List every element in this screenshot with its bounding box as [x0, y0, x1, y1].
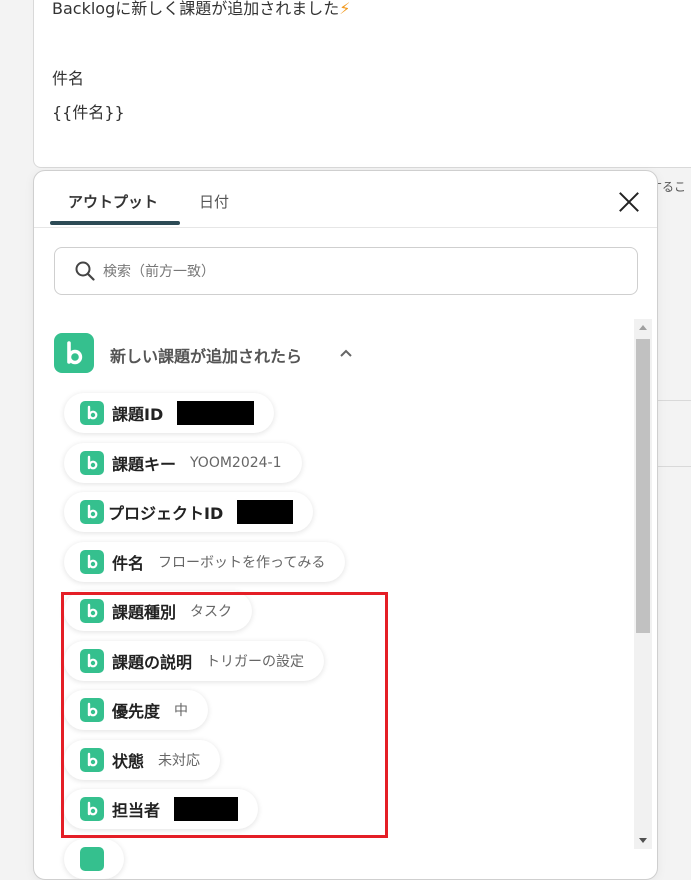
output-item-status[interactable]: 状態 未対応 [64, 740, 221, 780]
backlog-icon [80, 451, 104, 475]
backlog-icon [80, 550, 104, 574]
backlog-icon [80, 649, 104, 673]
search-box [54, 247, 638, 296]
section-header-new-issue[interactable]: 新しい課題が追加されたら [54, 333, 374, 373]
redacted-value [177, 401, 255, 425]
output-item-priority[interactable]: 優先度 中 [64, 690, 209, 730]
tab-date[interactable]: 日付 [199, 191, 229, 212]
backlog-icon [80, 698, 104, 722]
backlog-icon [80, 500, 104, 524]
output-item-project-id[interactable]: プロジェクトID [64, 492, 314, 532]
output-item-subject[interactable]: 件名 フローボットを作ってみる [64, 542, 346, 582]
output-item-issue-type[interactable]: 課題種別 タスク [64, 591, 253, 631]
backlog-icon [80, 748, 104, 772]
output-item-issue-id[interactable]: 課題ID [64, 393, 275, 433]
output-item-label: 課題キー [112, 455, 177, 474]
output-item-label: 状態 [112, 752, 145, 771]
search-icon [75, 261, 95, 281]
close-icon[interactable] [616, 189, 642, 215]
popup-tabs: アウトプット 日付 [34, 171, 657, 228]
scroll-down-arrow-icon[interactable] [634, 833, 652, 849]
backlog-icon [80, 401, 104, 425]
output-item-assignee[interactable]: 担当者 [64, 789, 259, 829]
output-item-next-partial[interactable] [64, 839, 124, 879]
output-item-label: 課題ID [112, 405, 164, 424]
output-item-value: タスク [190, 604, 233, 620]
message-editor[interactable]: Backlogに新しく課題が追加されました⚡ 件名 {{件名}} [33, 0, 691, 168]
output-item-value: YOOM2024-1 [190, 455, 282, 471]
output-item-label: プロジェクトID [108, 504, 224, 523]
output-item-issue-key[interactable]: 課題キー YOOM2024-1 [64, 443, 302, 483]
output-item-value: フローボットを作ってみる [158, 555, 326, 571]
background-divider [658, 466, 691, 467]
backlog-app-icon [54, 333, 94, 373]
output-item-label: 件名 [112, 554, 145, 573]
message-line-2: 件名 [52, 69, 85, 88]
output-item-label: 優先度 [112, 702, 161, 721]
output-item-description[interactable]: 課題の説明 トリガーの設定 [64, 641, 325, 681]
background-divider [658, 400, 691, 401]
backlog-icon [80, 797, 104, 821]
redacted-value [237, 500, 294, 524]
output-item-value: 未対応 [158, 753, 201, 769]
scroll-up-arrow-icon[interactable] [634, 319, 652, 335]
output-popup: アウトプット 日付 新しい課題が追加されたら 課題ID [33, 170, 658, 880]
tab-output[interactable]: アウトプット [68, 191, 158, 212]
search-input[interactable] [101, 248, 625, 296]
output-item-value: トリガーの設定 [206, 654, 305, 670]
lightning-icon: ⚡ [339, 0, 351, 18]
scrollbar-thumb[interactable] [636, 339, 650, 633]
message-line-1: Backlogに新しく課題が追加されました⚡ [52, 0, 351, 18]
section-title: 新しい課題が追加されたら [110, 347, 303, 366]
output-item-label: 担当者 [112, 801, 161, 820]
output-item-label: 課題種別 [112, 603, 177, 622]
backlog-icon [80, 599, 104, 623]
active-tab-indicator [50, 221, 180, 225]
backlog-icon [80, 847, 104, 871]
redacted-value [174, 797, 239, 821]
output-item-value: 中 [174, 703, 189, 719]
chevron-up-icon[interactable] [339, 347, 353, 359]
scrollbar[interactable] [634, 319, 652, 849]
message-line-3: {{件名}} [52, 103, 125, 122]
output-item-label: 課題の説明 [112, 653, 193, 672]
